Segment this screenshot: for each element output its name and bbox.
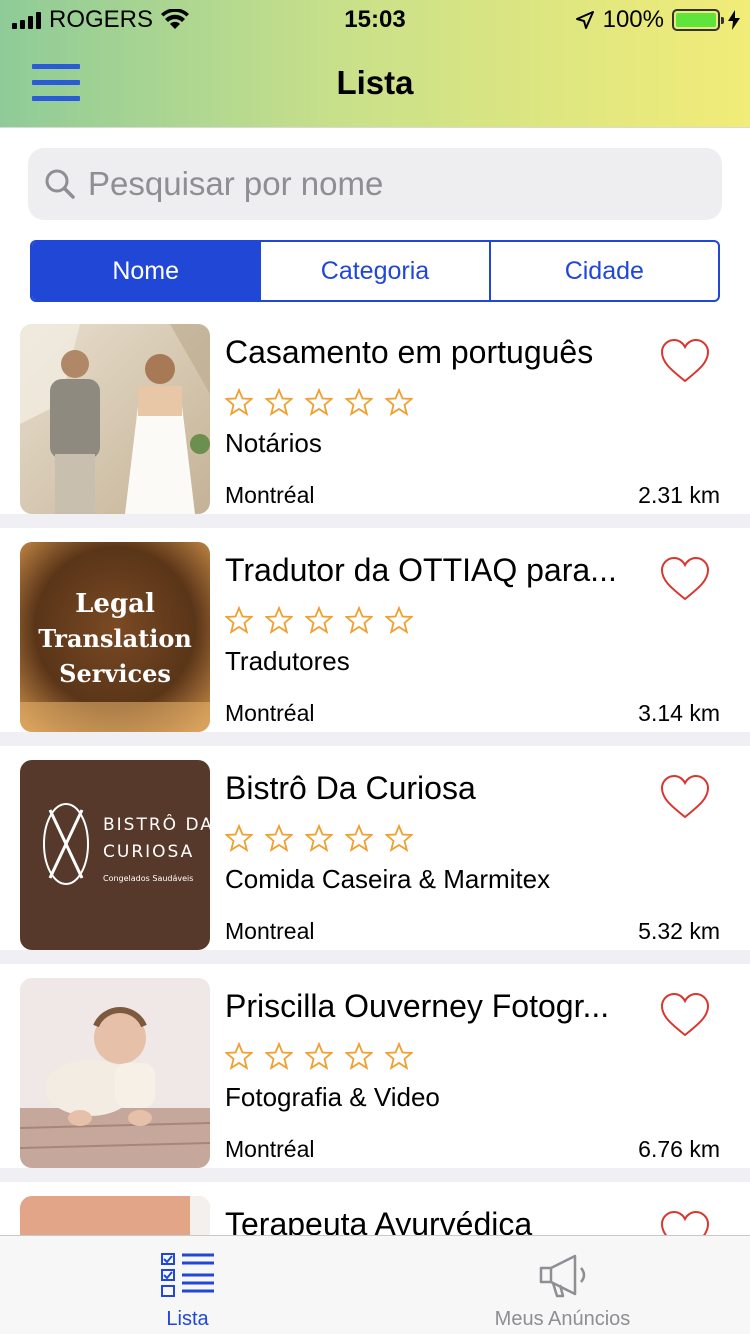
image-text-line-2: CURIOSA	[103, 842, 194, 862]
status-right: 100%	[575, 6, 740, 34]
listing-title: Terapeuta Ayurvédica	[225, 1206, 533, 1235]
favorite-heart-icon[interactable]	[660, 338, 710, 384]
listing-title: Bistrô Da Curiosa	[225, 770, 476, 806]
segment-nome[interactable]: Nome	[32, 242, 262, 300]
charging-bolt-icon	[728, 10, 740, 30]
star-icon	[265, 388, 293, 416]
tab-bar: Lista Meus Anúncios	[0, 1235, 750, 1334]
nav-header: ROGERS 15:03 100% Lista	[0, 0, 750, 128]
star-icon	[225, 824, 253, 852]
star-icon	[345, 606, 373, 634]
listing-city: Montréal	[225, 1136, 315, 1162]
listing-category: Notários	[225, 428, 322, 458]
search-bar[interactable]	[28, 148, 722, 220]
segment-categoria[interactable]: Categoria	[261, 242, 491, 300]
tab-meus-anuncios[interactable]: Meus Anúncios	[375, 1236, 750, 1334]
list-item[interactable]: Casamento em português Notários Montréal…	[0, 310, 750, 514]
listing-category: Fotografia & Video	[225, 1082, 440, 1112]
legal-translation-image: Legal Translation Services	[20, 542, 210, 732]
listing-thumbnail	[20, 978, 210, 1168]
location-arrow-icon	[575, 11, 594, 29]
battery-icon	[672, 9, 724, 31]
list-item[interactable]: Legal Translation Services Tradutor da O…	[0, 528, 750, 732]
star-icon	[225, 606, 253, 634]
star-icon	[305, 388, 333, 416]
star-icon	[345, 1042, 373, 1070]
star-icon	[345, 824, 373, 852]
listing-thumbnail	[20, 324, 210, 514]
listing-city: Montréal	[225, 482, 315, 508]
favorite-heart-icon[interactable]	[660, 556, 710, 602]
rating-stars	[225, 388, 413, 416]
listing-distance: 6.76 km	[638, 1136, 720, 1162]
segment-cidade[interactable]: Cidade	[491, 242, 718, 300]
star-icon	[385, 824, 413, 852]
star-icon	[305, 606, 333, 634]
listing-distance: 2.31 km	[638, 482, 720, 508]
image-text-line-3: Services	[59, 659, 171, 688]
star-icon	[385, 1042, 413, 1070]
star-icon	[385, 606, 413, 634]
favorite-heart-icon[interactable]	[660, 1210, 710, 1235]
star-icon	[265, 1042, 293, 1070]
favorite-heart-icon[interactable]	[660, 992, 710, 1038]
listing-thumbnail: Legal Translation Services	[20, 542, 210, 732]
tab-label: Lista	[166, 1308, 209, 1330]
search-icon	[45, 169, 75, 199]
listing-city: Montreal	[225, 918, 315, 944]
star-icon	[305, 1042, 333, 1070]
listing-thumbnail: BISTRÔ DA CURIOSA Congelados Saudáveis	[20, 760, 210, 950]
battery-percent: 100%	[602, 6, 664, 33]
star-icon	[305, 824, 333, 852]
star-icon	[385, 388, 413, 416]
page-title: Lista	[336, 64, 414, 101]
baby-photo-image	[20, 978, 210, 1168]
star-icon	[265, 606, 293, 634]
listing-title: Priscilla Ouverney Fotogr...	[225, 988, 610, 1024]
star-icon	[225, 1042, 253, 1070]
rating-stars	[225, 824, 413, 852]
listing-thumbnail	[20, 1196, 210, 1235]
megaphone-icon	[539, 1254, 586, 1298]
checklist-icon	[161, 1253, 214, 1297]
search-input[interactable]	[88, 165, 688, 203]
listing-title: Casamento em português	[225, 334, 594, 370]
status-bar: ROGERS 15:03 100%	[0, 0, 750, 40]
star-icon	[225, 388, 253, 416]
star-icon	[345, 388, 373, 416]
tab-lista[interactable]: Lista	[0, 1236, 375, 1334]
image-text-line-1: Legal	[75, 589, 155, 619]
list-item[interactable]: Priscilla Ouverney Fotogr... Fotografia …	[0, 964, 750, 1168]
listing-distance: 5.32 km	[638, 918, 720, 944]
star-icon	[265, 824, 293, 852]
image-text-line-3: Congelados Saudáveis	[103, 874, 193, 883]
favorite-heart-icon[interactable]	[660, 774, 710, 820]
list-item[interactable]: Terapeuta Ayurvédica	[0, 1182, 750, 1235]
skin-photo-image	[20, 1196, 210, 1235]
rating-stars	[225, 606, 413, 634]
listing-category: Tradutores	[225, 646, 350, 676]
image-text-line-1: BISTRÔ DA	[103, 813, 210, 835]
bistro-logo-image: BISTRÔ DA CURIOSA Congelados Saudáveis	[20, 760, 210, 950]
listing-city: Montréal	[225, 700, 315, 726]
filter-segmented-control: Nome Categoria Cidade	[30, 240, 720, 302]
listing-category: Comida Caseira & Marmitex	[225, 864, 551, 894]
tab-label: Meus Anúncios	[494, 1308, 631, 1330]
listing-title: Tradutor da OTTIAQ para...	[225, 552, 617, 588]
list-item[interactable]: BISTRÔ DA CURIOSA Congelados Saudáveis B…	[0, 746, 750, 950]
rating-stars	[225, 1042, 413, 1070]
wedding-couple-image	[20, 324, 210, 514]
listing-distance: 3.14 km	[638, 700, 720, 726]
image-text-line-2: Translation	[38, 624, 192, 653]
listings-list[interactable]: Casamento em português Notários Montréal…	[0, 310, 750, 1235]
